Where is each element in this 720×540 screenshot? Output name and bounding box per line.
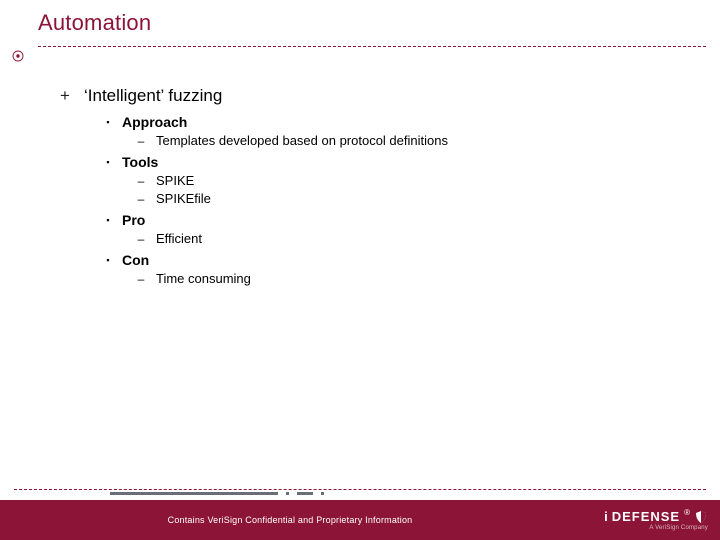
list-item: – Efficient bbox=[136, 231, 680, 246]
footer-dashed-line bbox=[14, 489, 706, 490]
dash-bullet-icon: – bbox=[136, 134, 146, 148]
section-con: ▪ Con – Time consuming bbox=[58, 252, 680, 286]
section-header: ▪ Con bbox=[104, 252, 680, 268]
heading-text: ‘Intelligent’ fuzzing bbox=[84, 86, 222, 106]
footer: 12 Contains VeriSign Confidential and Pr… bbox=[0, 489, 720, 540]
list-item: – Time consuming bbox=[136, 271, 680, 286]
section-tools: ▪ Tools – SPIKE – SPIKEfile bbox=[58, 154, 680, 206]
section-label: Approach bbox=[122, 114, 187, 130]
list-item: – SPIKEfile bbox=[136, 191, 680, 206]
list-item: – SPIKE bbox=[136, 173, 680, 188]
square-bullet-icon: ▪ bbox=[104, 216, 112, 225]
registered-icon: ® bbox=[684, 508, 690, 517]
item-text: SPIKE bbox=[156, 173, 194, 188]
footer-accent-dot bbox=[321, 492, 324, 495]
confidential-text: Contains VeriSign Confidential and Propr… bbox=[0, 500, 580, 540]
section-header: ▪ Pro bbox=[104, 212, 680, 228]
heading-marker: + bbox=[58, 86, 72, 106]
logo-subtext: A VeriSign Company bbox=[649, 525, 708, 531]
dash-bullet-icon: – bbox=[136, 272, 146, 286]
content-area: + ‘Intelligent’ fuzzing ▪ Approach – Tem… bbox=[58, 86, 680, 292]
section-header: ▪ Approach bbox=[104, 114, 680, 130]
section-approach: ▪ Approach – Templates developed based o… bbox=[58, 114, 680, 148]
section-label: Tools bbox=[122, 154, 158, 170]
footer-accent-row bbox=[14, 489, 706, 496]
square-bullet-icon: ▪ bbox=[104, 158, 112, 167]
footer-accent-bar bbox=[297, 492, 313, 495]
heading-row: + ‘Intelligent’ fuzzing bbox=[58, 86, 680, 106]
dash-bullet-icon: – bbox=[136, 192, 146, 206]
square-bullet-icon: ▪ bbox=[104, 256, 112, 265]
idefense-logo: i DEFENSE ® A VeriSign Company bbox=[604, 500, 708, 540]
item-text: Time consuming bbox=[156, 271, 251, 286]
logo-text: DEFENSE bbox=[612, 509, 680, 524]
title-area: Automation bbox=[38, 10, 706, 36]
title-divider bbox=[38, 46, 706, 47]
item-text: Templates developed based on protocol de… bbox=[156, 133, 448, 148]
square-bullet-icon: ▪ bbox=[104, 118, 112, 127]
dash-bullet-icon: – bbox=[136, 174, 146, 188]
footer-accent-dot bbox=[286, 492, 289, 495]
footer-accent-bar bbox=[110, 492, 278, 495]
slide-title: Automation bbox=[38, 10, 706, 36]
section-label: Pro bbox=[122, 212, 145, 228]
shield-icon bbox=[694, 510, 708, 524]
list-item: – Templates developed based on protocol … bbox=[136, 133, 680, 148]
logo-main: i DEFENSE ® bbox=[604, 509, 708, 524]
radial-bullet-icon bbox=[12, 50, 24, 62]
footer-bar: Contains VeriSign Confidential and Propr… bbox=[0, 500, 720, 540]
item-text: SPIKEfile bbox=[156, 191, 211, 206]
dash-bullet-icon: – bbox=[136, 232, 146, 246]
section-pro: ▪ Pro – Efficient bbox=[58, 212, 680, 246]
section-header: ▪ Tools bbox=[104, 154, 680, 170]
logo-i: i bbox=[604, 509, 608, 524]
section-label: Con bbox=[122, 252, 149, 268]
item-text: Efficient bbox=[156, 231, 202, 246]
slide: Automation + ‘Intelligent’ fuzzing ▪ App… bbox=[0, 0, 720, 540]
